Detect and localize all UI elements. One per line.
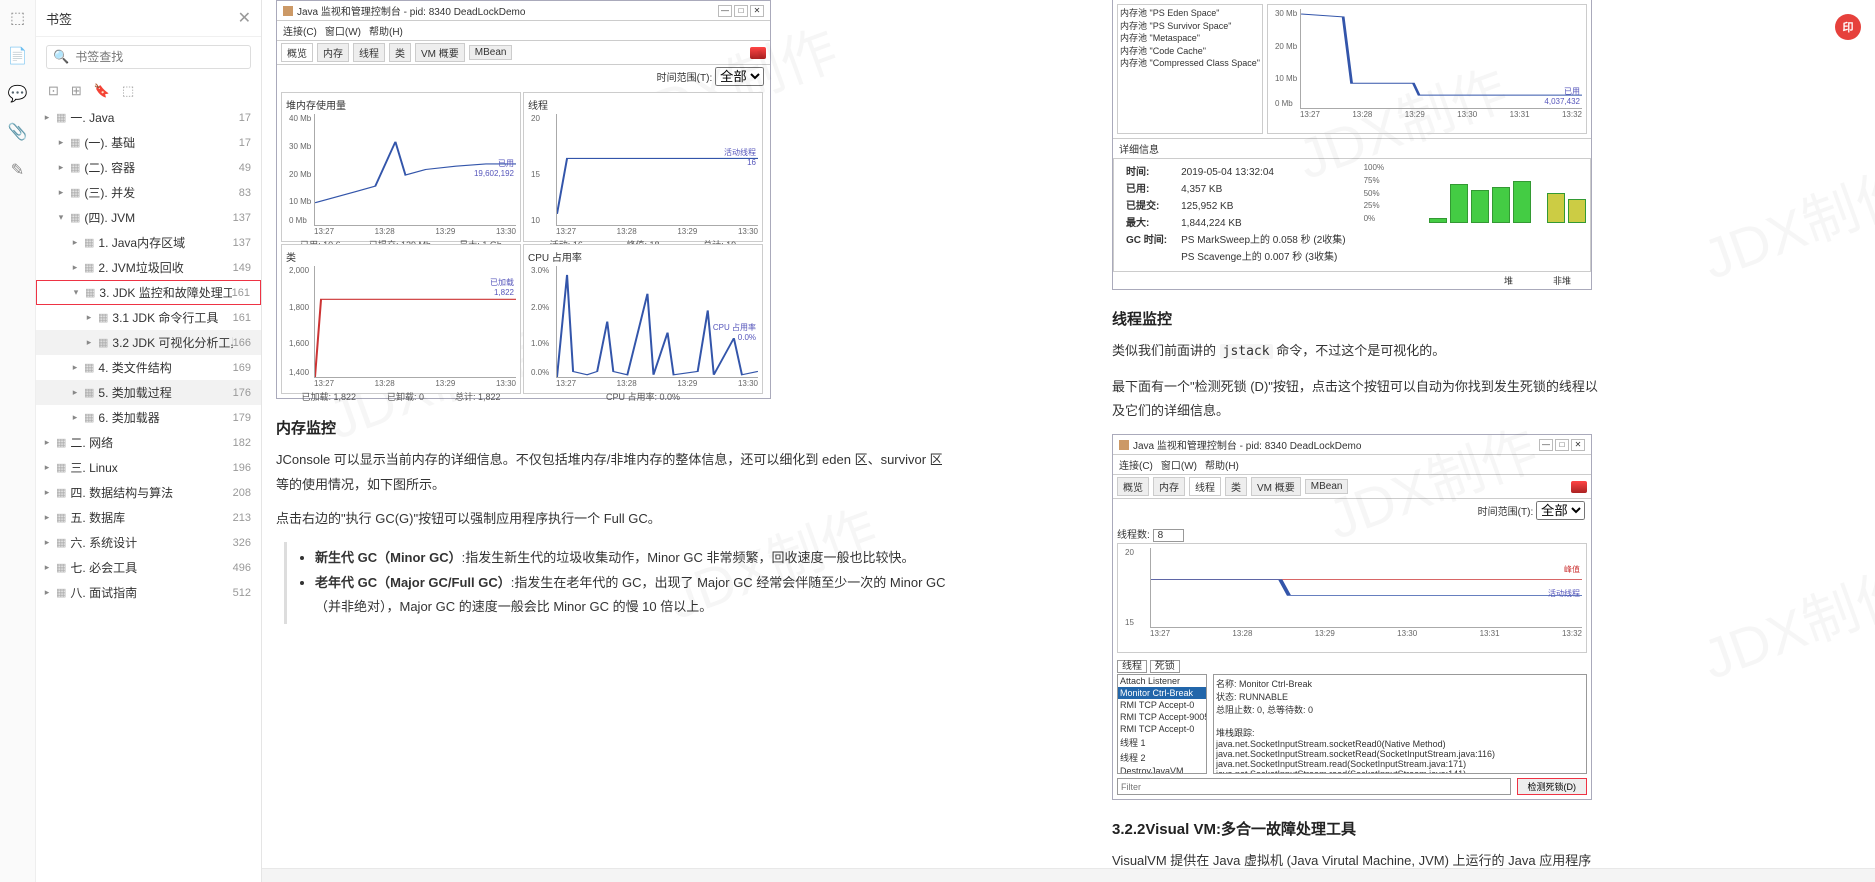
tree-item[interactable]: ▸▦1. Java内存区域137	[36, 230, 261, 255]
filter-input	[1117, 778, 1511, 795]
icon-edit[interactable]: ✎	[11, 160, 24, 180]
tree-item[interactable]: ▸▦5. 类加载过程176	[36, 380, 261, 405]
tool-collapse-icon[interactable]: ⊞	[71, 83, 82, 99]
gc-quote: 新生代 GC（Minor GC）:指发生新生代的垃圾收集动作，Minor GC …	[284, 542, 952, 624]
tree-item[interactable]: ▸▦五. 数据库213	[36, 505, 261, 530]
close-win-icon: ✕	[750, 5, 764, 17]
search-icon: 🔍	[53, 49, 69, 65]
page-right: 内存池 "PS Eden Space"内存池 "PS Survivor Spac…	[1112, 0, 1602, 882]
icon-attach[interactable]: 📎	[8, 122, 28, 142]
bookmark-tree[interactable]: ▸▦一. Java17▸▦(一). 基础17▸▦(二). 容器49▸▦(三). …	[36, 105, 261, 882]
bookmarks-sidebar: 书签 ✕ 🔍 ⊡ ⊞ 🔖 ⬚ ▸▦一. Java17▸▦(一). 基础17▸▦(…	[36, 0, 262, 882]
section-visualvm-title: 3.2.2Visual VM:多合一故障处理工具	[1112, 818, 1602, 839]
tree-item[interactable]: ▸▦二. 网络182	[36, 430, 261, 455]
sidebar-title: 书签	[46, 9, 238, 28]
tree-item[interactable]: ▸▦3.1 JDK 命令行工具161	[36, 305, 261, 330]
tree-item[interactable]: ▸▦4. 类文件结构169	[36, 355, 261, 380]
tree-item[interactable]: ▸▦四. 数据结构与算法208	[36, 480, 261, 505]
java-icon	[283, 6, 293, 16]
body-text: JConsole 可以显示当前内存的详细信息。不仅包括堆内存/非堆内存的整体信息…	[276, 448, 952, 497]
tool-expand-icon[interactable]: ⊡	[48, 83, 59, 99]
tool-box-icon[interactable]: ⬚	[122, 83, 134, 99]
threads-chart: 线程 201510 活动线程16 13:2713:2813:2913:30 活动…	[523, 92, 763, 242]
time-range-select: 全部	[715, 67, 764, 86]
close-icon[interactable]: ✕	[238, 8, 251, 28]
tree-item[interactable]: ▾▦3. JDK 监控和故障处理工具161	[36, 280, 261, 305]
icon-page[interactable]: 📄	[8, 46, 28, 66]
search-input[interactable]	[75, 50, 244, 64]
tree-item[interactable]: ▸▦(三). 并发83	[36, 180, 261, 205]
sidebar-tools: ⊡ ⊞ 🔖 ⬚	[36, 77, 261, 105]
classes-chart: 类 2,0001,8001,6001,400 已加载1,822 13:2713:…	[281, 244, 521, 394]
document-viewport[interactable]: JDX制作 JDX制作 JDX制作 JDX制作 JDX制作 JDX制作 JDX制…	[262, 0, 1875, 882]
bookmark-search[interactable]: 🔍	[46, 45, 251, 69]
tree-item[interactable]: ▾▦(四). JVM137	[36, 205, 261, 230]
jconsole-threads-window: Java 监视和管理控制台 - pid: 8340 DeadLockDemo—□…	[1112, 434, 1592, 800]
tree-item[interactable]: ▸▦(一). 基础17	[36, 130, 261, 155]
tree-item[interactable]: ▸▦八. 面试指南512	[36, 580, 261, 605]
tree-item[interactable]: ▸▦2. JVM垃圾回收149	[36, 255, 261, 280]
tree-item[interactable]: ▸▦(二). 容器49	[36, 155, 261, 180]
min-icon: —	[718, 5, 732, 17]
body-text: 点击右边的"执行 GC(G)"按钮可以强制应用程序执行一个 Full GC。	[276, 507, 952, 532]
list-item: 新生代 GC（Minor GC）:指发生新生代的垃圾收集动作，Minor GC …	[315, 546, 952, 571]
body-text: 类似我们前面讲的 jstack 命令，不过这个是可视化的。	[1112, 339, 1602, 365]
section-memory-title: 内存监控	[276, 417, 952, 438]
app-badge[interactable]: 印	[1835, 14, 1861, 40]
icon-layout[interactable]: ⬚	[10, 8, 25, 28]
tree-item[interactable]: ▸▦一. Java17	[36, 105, 261, 130]
heap-chart: 堆内存使用量 40 Mb30 Mb20 Mb10 Mb0 Mb 已用19,602…	[281, 92, 521, 242]
tree-item[interactable]: ▸▦三. Linux196	[36, 455, 261, 480]
horizontal-scrollbar[interactable]	[262, 868, 1875, 882]
body-text: 最下面有一个"检测死锁 (D)"按钮，点击这个按钮可以自动为你找到发生死锁的线程…	[1112, 375, 1602, 424]
list-item: 老年代 GC（Major GC/Full GC）:指发生在老年代的 GC，出现了…	[315, 571, 952, 620]
cpu-chart: CPU 占用率 3.0%2.0%1.0%0.0% CPU 占用率0.0% 13:…	[523, 244, 763, 394]
memory-pool-panel: 内存池 "PS Eden Space"内存池 "PS Survivor Spac…	[1112, 0, 1592, 290]
tree-item[interactable]: ▸▦七. 必会工具496	[36, 555, 261, 580]
page-left: Java 监视和管理控制台 - pid: 8340 DeadLockDemo—□…	[276, 0, 952, 882]
max-icon: □	[734, 5, 748, 17]
section-thread-title: 线程监控	[1112, 308, 1602, 329]
thread-info: 名称: Monitor Ctrl-Break状态: RUNNABLE总阻止数: …	[1213, 674, 1587, 774]
tree-item[interactable]: ▸▦3.2 JDK 可视化分析工具166	[36, 330, 261, 355]
tree-item[interactable]: ▸▦6. 类加载器179	[36, 405, 261, 430]
thread-list: Attach ListenerMonitor Ctrl-BreakRMI TCP…	[1117, 674, 1207, 774]
jconsole-overview-window: Java 监视和管理控制台 - pid: 8340 DeadLockDemo—□…	[276, 0, 771, 399]
tree-item[interactable]: ▸▦六. 系统设计326	[36, 530, 261, 555]
icon-comment[interactable]: 💬	[8, 84, 28, 104]
tool-bookmark-icon[interactable]: 🔖	[94, 83, 110, 99]
app-icon-bar: ⬚ 📄 💬 📎 ✎	[0, 0, 36, 882]
detect-deadlock-button: 检测死锁(D)	[1517, 778, 1588, 795]
java-icon	[1119, 440, 1129, 450]
